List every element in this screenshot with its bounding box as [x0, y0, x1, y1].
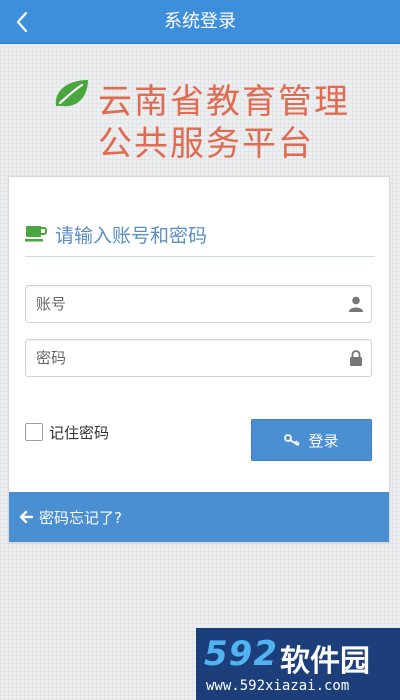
account-field: [25, 285, 372, 323]
watermark-number: 592: [204, 634, 278, 674]
login-card: 请输入账号和密码 记住密码 登录 密码忘记了?: [8, 176, 390, 543]
top-bar: 系统登录: [0, 0, 400, 44]
leaf-icon: [55, 80, 88, 107]
watermark-text: 软件园: [280, 644, 370, 679]
forgot-password-link[interactable]: 密码忘记了?: [9, 492, 389, 542]
password-input[interactable]: [26, 340, 371, 376]
remember-password-label: 记住密码: [49, 423, 110, 442]
account-input[interactable]: [26, 286, 371, 322]
watermark-url: www.592xiazai.com: [206, 678, 350, 694]
remember-password-checkbox[interactable]: [25, 423, 43, 441]
cup-icon: [25, 226, 47, 242]
page-title: 系统登录: [164, 11, 236, 32]
site-watermark: 592 软件园 www.592xiazai.com: [196, 628, 400, 700]
brand-logo: 云南省教育管理 公共服务平台: [52, 74, 352, 164]
login-button[interactable]: 登录: [251, 419, 372, 461]
arrow-left-icon: [19, 510, 33, 524]
password-field: [25, 339, 372, 377]
forgot-password-label: 密码忘记了?: [39, 509, 122, 527]
login-card-title: 请输入账号和密码: [55, 225, 208, 247]
login-button-label: 登录: [308, 431, 339, 450]
user-icon: [349, 296, 363, 312]
key-icon: [284, 434, 300, 446]
brand-name-line2: 公共服务平台: [98, 124, 314, 164]
lock-icon: [350, 350, 362, 366]
login-card-header: 请输入账号和密码: [25, 217, 375, 257]
remember-password[interactable]: 记住密码: [25, 422, 109, 442]
